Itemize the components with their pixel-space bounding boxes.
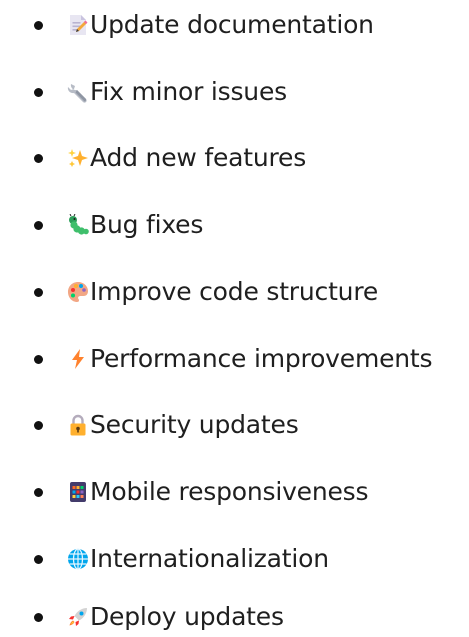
rocket-icon (67, 606, 89, 628)
bullet (34, 420, 43, 430)
caterpillar-bug-icon (67, 214, 89, 236)
bullet (34, 612, 43, 622)
item-label: Fix minor issues (90, 77, 287, 106)
list-item: Mobile responsiveness (0, 472, 469, 512)
memo-pencil-icon (67, 14, 89, 36)
globe-icon (67, 548, 89, 570)
task-list: Update documentation Fix minor issues Ad… (0, 0, 469, 637)
list-item: Deploy updates (0, 597, 469, 637)
bullet (34, 554, 43, 564)
list-item: Improve code structure (0, 272, 469, 312)
list-item: Add new features (0, 138, 469, 178)
item-label: Update documentation (90, 10, 374, 39)
item-label: Performance improvements (90, 344, 433, 373)
bullet (34, 487, 43, 497)
item-label: Internationalization (90, 544, 329, 573)
list-item: Performance improvements (0, 339, 469, 379)
bullet (34, 87, 43, 97)
item-label: Security updates (90, 410, 299, 439)
bullet (34, 354, 43, 364)
item-label: Improve code structure (90, 277, 379, 306)
item-label: Deploy updates (90, 602, 284, 631)
item-label: Add new features (90, 143, 307, 172)
list-item: Internationalization (0, 539, 469, 579)
list-item: Fix minor issues (0, 72, 469, 112)
artist-palette-icon (67, 281, 89, 303)
wrench-icon (67, 81, 89, 103)
bullet (34, 287, 43, 297)
bullet (34, 220, 43, 230)
sparkles-icon (67, 147, 89, 169)
bullet (34, 20, 43, 30)
bullet (34, 153, 43, 163)
list-item: Security updates (0, 405, 469, 445)
list-item: Bug fixes (0, 205, 469, 245)
mobile-app-grid-icon (67, 481, 89, 503)
lightning-bolt-icon (67, 348, 89, 370)
item-label: Bug fixes (90, 210, 204, 239)
padlock-icon (67, 414, 89, 436)
list-item: Update documentation (0, 5, 469, 45)
item-label: Mobile responsiveness (90, 477, 369, 506)
